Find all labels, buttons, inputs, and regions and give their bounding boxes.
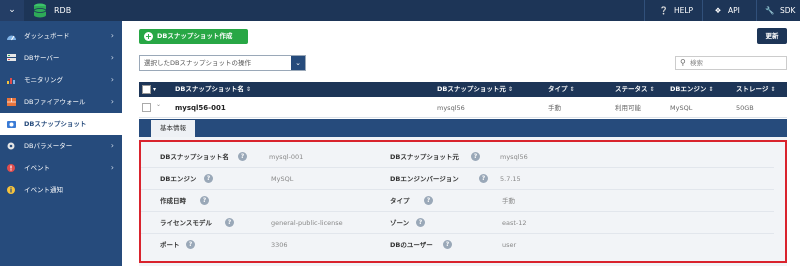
help-icon: ❔ — [659, 6, 669, 15]
refresh-button[interactable]: 更新 — [757, 28, 787, 44]
sidebar-item-label: イベント通知 — [24, 186, 63, 194]
database-icon — [33, 3, 47, 18]
db-server-icon — [7, 54, 16, 61]
sidebar-item-label: DBサーバー — [24, 54, 60, 62]
puzzle-icon: ❖ — [714, 6, 722, 15]
header-divider — [756, 0, 757, 21]
sidebar-item-db-parameter[interactable]: DBパラメーター › — [0, 135, 122, 157]
sidebar-item-dashboard[interactable]: ダッシュボード › — [0, 25, 122, 47]
sdk-label: SDK — [780, 6, 796, 15]
dashboard-icon — [7, 35, 16, 41]
search-placeholder: 検索 — [690, 59, 703, 67]
sidebar: ダッシュボード › DBサーバー › モニタリング › DBファイアウォール ›… — [0, 21, 122, 266]
chevron-right-icon: › — [110, 53, 114, 62]
create-snapshot-button[interactable]: + DBスナップショット作成 — [139, 29, 248, 44]
chevron-right-icon: › — [110, 97, 114, 106]
sidebar-item-label: DBスナップショット — [24, 120, 87, 128]
sidebar-item-monitoring[interactable]: モニタリング › — [0, 69, 122, 91]
chevron-right-icon: › — [110, 163, 114, 172]
cell-source: mysql56 — [437, 104, 465, 112]
firewall-icon — [7, 98, 16, 106]
chevron-down-icon: ⌄ — [8, 5, 16, 15]
chevron-down-icon[interactable]: ▾ — [153, 82, 156, 97]
sidebar-item-label: モニタリング — [24, 76, 63, 84]
cell-status: 利用可能 — [615, 104, 641, 112]
select-all-checkbox[interactable] — [142, 85, 151, 94]
chevron-right-icon: › — [110, 31, 114, 40]
wrench-icon: 🔧 — [765, 6, 775, 15]
api-label: API — [728, 6, 740, 15]
snapshot-action-label: 選択したDBスナップショットの操作 — [144, 59, 251, 67]
header-divider — [702, 0, 703, 21]
snapshot-icon — [7, 121, 16, 128]
event-notify-icon — [7, 186, 15, 194]
column-header-engine[interactable]: DBエンジン ⇕ — [670, 82, 713, 97]
search-input[interactable]: ⚲ 検索 — [675, 56, 787, 70]
column-header-storage[interactable]: ストレージ ⇕ — [736, 82, 775, 97]
sidebar-item-event-notification[interactable]: イベント通知 — [0, 179, 122, 201]
app-title: RDB — [54, 6, 72, 15]
top-bar: ⌄ RDB ❔ HELP ❖ API 🔧 SDK — [0, 0, 800, 21]
monitoring-icon — [7, 78, 15, 84]
cell-name: mysql56-001 — [175, 104, 226, 112]
sidebar-item-label: DBファイアウォール — [24, 98, 86, 106]
help-button[interactable]: ❔ HELP — [654, 0, 693, 21]
search-icon: ⚲ — [680, 58, 686, 67]
sidebar-item-db-snapshot[interactable]: DBスナップショット — [0, 113, 122, 135]
sidebar-item-label: イベント — [24, 164, 50, 172]
cell-engine: MySQL — [670, 104, 693, 112]
sidebar-item-db-server[interactable]: DBサーバー › — [0, 47, 122, 69]
sdk-button[interactable]: 🔧 SDK — [760, 0, 795, 21]
highlight-frame — [139, 140, 787, 263]
cell-type: 手動 — [548, 104, 561, 112]
tab-basic-info[interactable]: 基本情報 — [151, 120, 195, 137]
header-divider — [644, 0, 645, 21]
detail-tab-bar: 基本情報 — [139, 119, 787, 137]
plus-icon: + — [144, 32, 153, 41]
snapshot-action-select[interactable]: 選択したDBスナップショットの操作 ⌄ — [139, 55, 306, 71]
chevron-right-icon: › — [110, 141, 114, 150]
chevron-down-icon[interactable]: ⌄ — [156, 101, 161, 108]
column-header-type[interactable]: タイプ ⇕ — [548, 82, 575, 97]
table-row[interactable]: ⌄ mysql56-001 mysql56 手動 利用可能 MySQL 50GB — [139, 98, 787, 118]
column-header-source[interactable]: DBスナップショット元 ⇕ — [437, 82, 513, 97]
event-icon — [7, 164, 15, 172]
row-checkbox[interactable] — [142, 103, 151, 112]
sidebar-item-label: DBパラメーター — [24, 142, 73, 150]
chevron-down-icon: ⌄ — [291, 56, 305, 70]
sidebar-item-db-firewall[interactable]: DBファイアウォール › — [0, 91, 122, 113]
parameter-icon — [7, 142, 15, 150]
api-button[interactable]: ❖ API — [708, 0, 740, 21]
cell-storage: 50GB — [736, 104, 754, 112]
help-label: HELP — [674, 6, 694, 15]
sidebar-item-label: ダッシュボード — [24, 32, 70, 40]
create-snapshot-label: DBスナップショット作成 — [157, 32, 233, 40]
table-header: ▾ DBスナップショット名 ⇕ DBスナップショット元 ⇕ タイプ ⇕ ステータス ⇕ … — [139, 82, 787, 97]
chevron-right-icon: › — [110, 75, 114, 84]
column-header-status[interactable]: ステータス ⇕ — [615, 82, 655, 97]
menu-toggle-button[interactable]: ⌄ — [0, 0, 24, 21]
sidebar-item-event[interactable]: イベント › — [0, 157, 122, 179]
column-header-name[interactable]: DBスナップショット名 ⇕ — [175, 82, 251, 97]
